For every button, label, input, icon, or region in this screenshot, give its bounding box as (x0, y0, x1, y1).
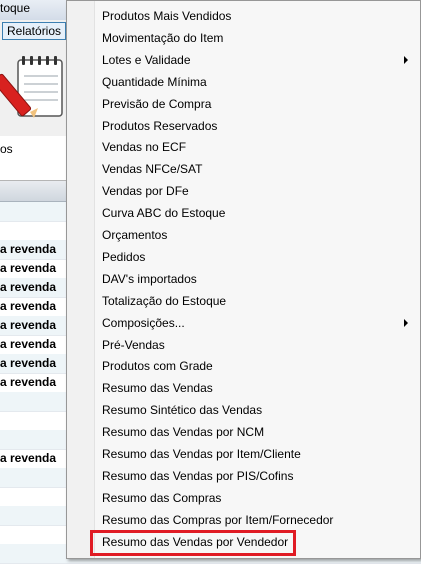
highlight-box (90, 530, 296, 556)
menu-item[interactable]: Resumo das Vendas (102, 379, 402, 397)
table-cell: a revenda (0, 242, 57, 256)
menu-relatorios[interactable]: Relatórios (2, 22, 67, 40)
menu-item[interactable]: Vendas por DFe (102, 182, 402, 200)
menu-icon-gutter (67, 1, 95, 558)
table-cell: a revenda (0, 280, 57, 294)
notepad-pencil-icon[interactable] (0, 50, 66, 126)
submenu-arrow-icon (404, 55, 408, 64)
tab-label[interactable]: os (0, 142, 13, 156)
table-cell: a revenda (0, 337, 57, 351)
menu-item[interactable]: Composições... (102, 314, 402, 332)
menu-item[interactable]: Produtos com Grade (102, 357, 402, 375)
menu-item[interactable]: Produtos Reservados (102, 117, 402, 135)
menu-item[interactable]: Previsão de Compra (102, 95, 402, 113)
menu-item[interactable]: Produtos Mais Vendidos (102, 7, 402, 25)
table-cell: a revenda (0, 318, 57, 332)
table-cell: a revenda (0, 375, 57, 389)
menu-item[interactable]: Orçamentos (102, 226, 402, 244)
menu-item[interactable]: Resumo das Compras por Item/Fornecedor (102, 511, 402, 529)
table-cell: a revenda (0, 299, 57, 313)
menu-item[interactable]: Resumo Sintético das Vendas (102, 401, 402, 419)
table-cell: a revenda (0, 356, 57, 370)
menu-item[interactable]: Movimentação do Item (102, 29, 402, 47)
menu-item[interactable]: Vendas NFCe/SAT (102, 160, 402, 178)
menu-item[interactable]: Resumo das Vendas por Item/Cliente (102, 445, 402, 463)
menu-item[interactable]: Totalização do Estoque (102, 292, 402, 310)
submenu-arrow-icon (404, 318, 408, 327)
menu-item[interactable]: Pedidos (102, 248, 402, 266)
menu-item[interactable]: Quantidade Mínima (102, 73, 402, 91)
window-title: toque (0, 1, 31, 15)
table-cell: a revenda (0, 451, 57, 465)
menu-item[interactable]: Resumo das Compras (102, 489, 402, 507)
menu-item[interactable]: Vendas no ECF (102, 138, 402, 156)
menu-item[interactable]: Pré-Vendas (102, 336, 402, 354)
reports-context-menu: Produtos Mais Vendidos Movimentação do It… (66, 0, 421, 559)
menu-item[interactable]: Resumo das Vendas por NCM (102, 423, 402, 441)
table-cell: a revenda (0, 261, 57, 275)
menu-item[interactable]: Curva ABC do Estoque (102, 204, 402, 222)
menu-item[interactable]: Lotes e Validade (102, 51, 402, 69)
menu-item[interactable]: DAV's importados (102, 270, 402, 288)
menu-item[interactable]: Resumo das Vendas por PIS/Cofins (102, 467, 402, 485)
